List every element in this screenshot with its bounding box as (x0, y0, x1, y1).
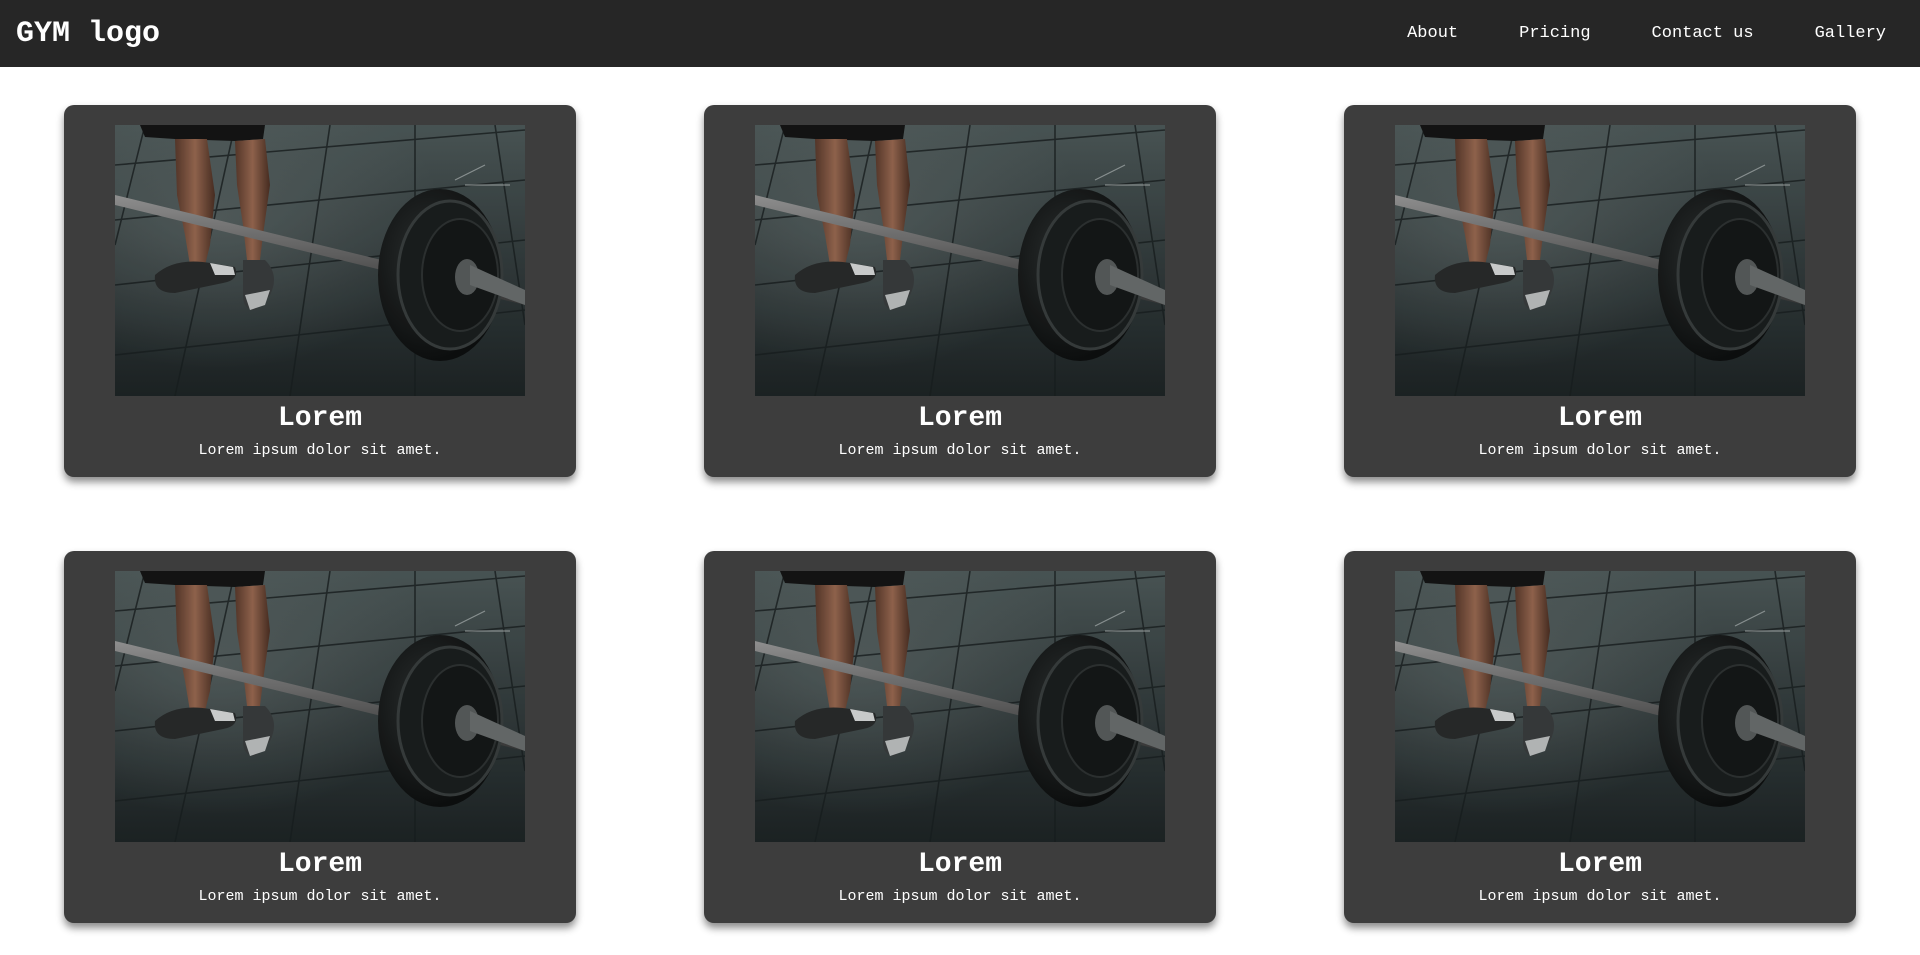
barbell-photo (1395, 125, 1805, 396)
card-text: Lorem ipsum dolor sit amet. (198, 888, 442, 905)
gallery-card[interactable]: Lorem Lorem ipsum dolor sit amet. (704, 551, 1216, 923)
nav-gallery-link[interactable]: Gallery (1815, 24, 1886, 43)
card-title: Lorem (1557, 403, 1642, 434)
card-text: Lorem ipsum dolor sit amet. (1478, 888, 1722, 905)
card-title: Lorem (277, 403, 362, 434)
card-text: Lorem ipsum dolor sit amet. (838, 888, 1082, 905)
barbell-photo (755, 571, 1165, 842)
nav-pricing-link[interactable]: Pricing (1519, 24, 1590, 43)
card-title: Lorem (917, 849, 1002, 880)
gallery-card[interactable]: Lorem Lorem ipsum dolor sit amet. (64, 551, 576, 923)
gallery-card[interactable]: Lorem Lorem ipsum dolor sit amet. (1344, 105, 1856, 477)
card-title: Lorem (917, 403, 1002, 434)
nav-contact-link[interactable]: Contact us (1652, 24, 1754, 43)
gallery-card[interactable]: Lorem Lorem ipsum dolor sit amet. (64, 105, 576, 477)
barbell-photo (1395, 571, 1805, 842)
card-title: Lorem (1557, 849, 1642, 880)
nav-links: About Pricing Contact us Gallery (1346, 24, 1886, 43)
gallery-card[interactable]: Lorem Lorem ipsum dolor sit amet. (704, 105, 1216, 477)
barbell-photo (755, 125, 1165, 396)
card-text: Lorem ipsum dolor sit amet. (838, 442, 1082, 459)
gallery-card[interactable]: Lorem Lorem ipsum dolor sit amet. (1344, 551, 1856, 923)
card-title: Lorem (277, 849, 362, 880)
barbell-photo (115, 125, 525, 396)
nav-about-link[interactable]: About (1407, 24, 1458, 43)
card-text: Lorem ipsum dolor sit amet. (1478, 442, 1722, 459)
gym-logo[interactable]: GYM logo (16, 17, 160, 51)
card-text: Lorem ipsum dolor sit amet. (198, 442, 442, 459)
top-navbar: GYM logo About Pricing Contact us Galler… (0, 0, 1920, 67)
barbell-photo (115, 571, 525, 842)
